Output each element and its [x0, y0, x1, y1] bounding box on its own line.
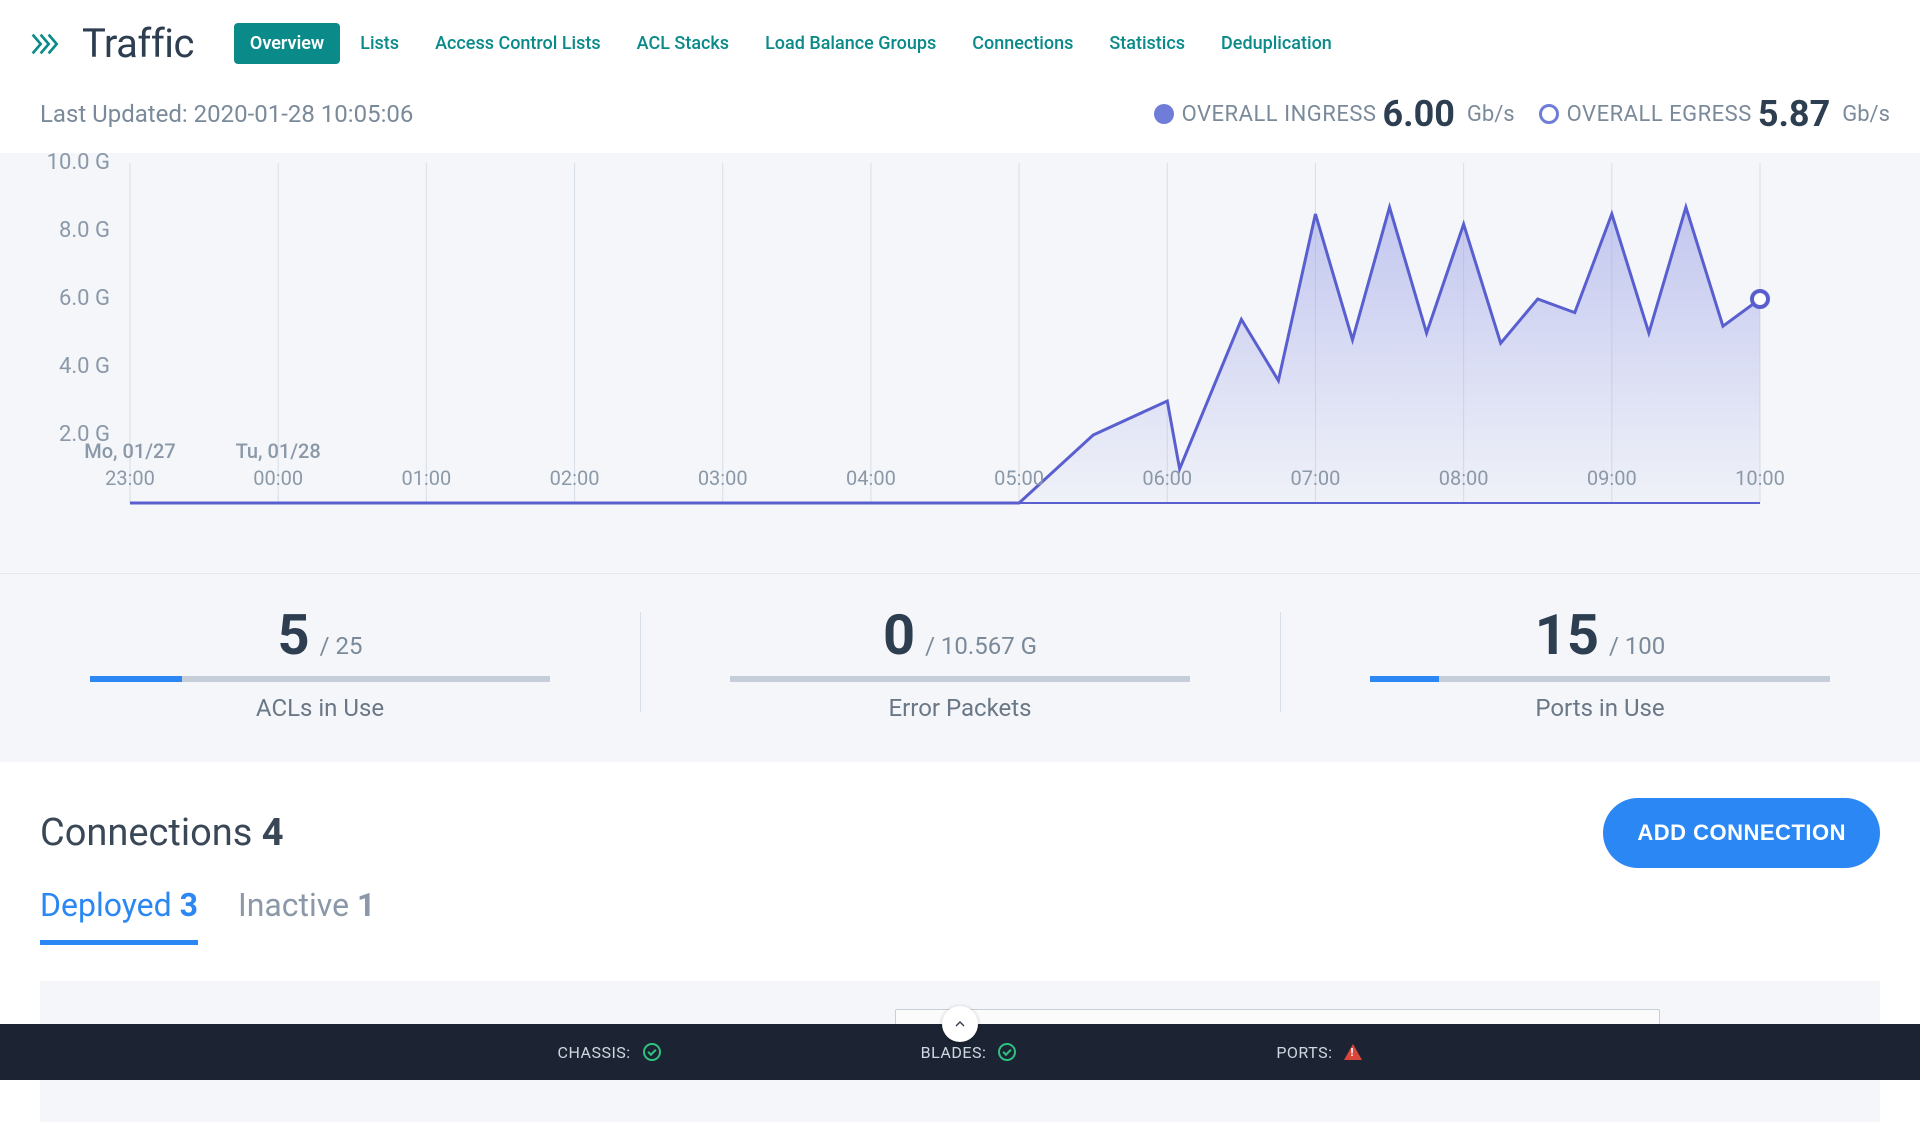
- nav-deduplication[interactable]: Deduplication: [1205, 23, 1348, 64]
- tab-count: 3: [180, 886, 198, 924]
- overall-egress-unit: Gb/s: [1842, 102, 1890, 127]
- svg-text:06:00: 06:00: [1142, 466, 1192, 490]
- svg-text:23:00: 23:00: [105, 466, 155, 490]
- status-ports-label: PORTS:: [1276, 1043, 1332, 1062]
- last-updated: Last Updated: 2020-01-28 10:05:06: [40, 100, 413, 128]
- connections-header: Connections 4 ADD CONNECTION: [40, 798, 1880, 868]
- svg-text:08:00: 08:00: [1439, 466, 1489, 490]
- overall-ingress-value: 6.00: [1382, 93, 1454, 135]
- overall-egress: OVERALL EGRESS 5.87 Gb/s: [1539, 93, 1890, 135]
- metric-value: 5: [278, 602, 310, 668]
- nav-overview[interactable]: Overview: [234, 23, 340, 64]
- subheader: Last Updated: 2020-01-28 10:05:06 OVERAL…: [0, 83, 1920, 153]
- app-logo-icon: [30, 28, 62, 60]
- svg-text:07:00: 07:00: [1291, 466, 1341, 490]
- nav-load-balance-groups[interactable]: Load Balance Groups: [749, 23, 952, 64]
- overall-ingress: OVERALL INGRESS 6.00 Gb/s: [1154, 93, 1515, 135]
- svg-text:04:00: 04:00: [846, 466, 896, 490]
- egress-dot-icon: [1539, 104, 1559, 124]
- connections-tabs: Deployed 3 Inactive 1: [40, 878, 1880, 945]
- svg-text:10.0 G: 10.0 G: [47, 153, 110, 175]
- metric-bar: [90, 676, 550, 682]
- status-blades-label: BLADES:: [921, 1043, 987, 1062]
- connections-total: 4: [262, 811, 284, 855]
- metric-value: 15: [1535, 602, 1599, 668]
- metric-max: / 100: [1603, 632, 1665, 660]
- status-chassis-label: CHASSIS:: [558, 1043, 631, 1062]
- chart-panel: 2.0 G4.0 G6.0 G8.0 G10.0 G Mo, 01/2723:0…: [0, 153, 1920, 762]
- metric-label: ACLs in Use: [0, 694, 640, 722]
- connections-title: Connections 4: [40, 811, 284, 855]
- tab-count: 1: [357, 886, 375, 924]
- svg-text:00:00: 00:00: [253, 466, 303, 490]
- metric-ports: 15 / 100 Ports in Use: [1280, 602, 1920, 722]
- tab-deployed[interactable]: Deployed 3: [40, 878, 198, 945]
- svg-text:09:00: 09:00: [1587, 466, 1637, 490]
- overall-egress-value: 5.87: [1758, 93, 1830, 135]
- metric-value: 0: [883, 602, 915, 668]
- traffic-chart[interactable]: 2.0 G4.0 G6.0 G8.0 G10.0 G Mo, 01/2723:0…: [0, 153, 1920, 573]
- check-circle-icon: [643, 1043, 661, 1061]
- nav-lists[interactable]: Lists: [344, 23, 415, 64]
- nav-connections[interactable]: Connections: [956, 23, 1089, 64]
- check-circle-icon: [998, 1043, 1016, 1061]
- status-bar: CHASSIS: BLADES: PORTS:: [0, 1024, 1920, 1080]
- tab-label: Inactive: [238, 886, 357, 924]
- nav-acl-stacks[interactable]: ACL Stacks: [621, 23, 745, 64]
- svg-text:10:00: 10:00: [1735, 466, 1785, 490]
- svg-text:02:00: 02:00: [550, 466, 600, 490]
- svg-text:Mo, 01/27: Mo, 01/27: [84, 439, 176, 463]
- svg-text:Tu, 01/28: Tu, 01/28: [236, 439, 321, 463]
- warning-triangle-icon: [1344, 1044, 1362, 1060]
- metric-acls: 5 / 25 ACLs in Use: [0, 602, 640, 722]
- metric-bar: [730, 676, 1190, 682]
- svg-text:4.0 G: 4.0 G: [59, 354, 110, 379]
- svg-text:05:00: 05:00: [994, 466, 1044, 490]
- expand-statusbar-button[interactable]: [942, 1006, 978, 1042]
- top-nav: OverviewListsAccess Control ListsACL Sta…: [234, 23, 1348, 64]
- svg-text:03:00: 03:00: [698, 466, 748, 490]
- metric-bar: [1370, 676, 1830, 682]
- nav-access-control-lists[interactable]: Access Control Lists: [419, 23, 617, 64]
- svg-text:8.0 G: 8.0 G: [59, 218, 110, 243]
- page-title: Traffic: [82, 20, 194, 67]
- overall-ingress-unit: Gb/s: [1467, 102, 1515, 127]
- add-connection-button[interactable]: ADD CONNECTION: [1603, 798, 1880, 868]
- status-ports[interactable]: PORTS:: [1276, 1043, 1362, 1062]
- overall-stats: OVERALL INGRESS 6.00 Gb/s OVERALL EGRESS…: [1154, 93, 1890, 135]
- metrics-row: 5 / 25 ACLs in Use 0 / 10.567 G Error Packe…: [0, 573, 1920, 762]
- connections-title-text: Connections: [40, 811, 252, 855]
- svg-text:6.0 G: 6.0 G: [59, 286, 110, 311]
- metric-max: / 25: [314, 632, 363, 660]
- ingress-dot-icon: [1154, 104, 1174, 124]
- metric-errors: 0 / 10.567 G Error Packets: [640, 602, 1280, 722]
- metric-max: / 10.567 G: [919, 632, 1037, 660]
- header: Traffic OverviewListsAccess Control List…: [0, 0, 1920, 83]
- status-chassis[interactable]: CHASSIS:: [558, 1043, 661, 1062]
- svg-text:01:00: 01:00: [401, 466, 451, 490]
- metric-label: Ports in Use: [1280, 694, 1920, 722]
- status-blades[interactable]: BLADES:: [921, 1043, 1017, 1062]
- metric-label: Error Packets: [640, 694, 1280, 722]
- nav-statistics[interactable]: Statistics: [1093, 23, 1201, 64]
- tab-label: Deployed: [40, 886, 180, 924]
- overall-egress-label: OVERALL EGRESS: [1567, 102, 1752, 127]
- tab-inactive[interactable]: Inactive 1: [238, 878, 375, 945]
- overall-ingress-label: OVERALL INGRESS: [1182, 102, 1377, 127]
